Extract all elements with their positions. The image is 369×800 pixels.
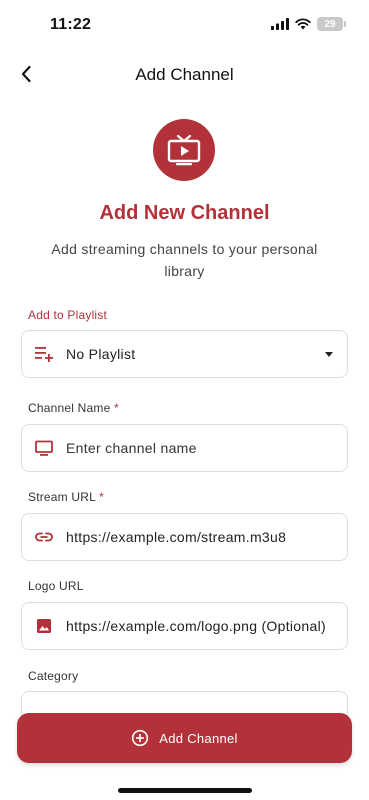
cellular-signal-icon — [271, 18, 289, 30]
channel-name-input: Enter channel name — [66, 440, 197, 456]
stream-url-input: https://example.com/stream.m3u8 — [66, 529, 287, 545]
playlist-value: No Playlist — [66, 346, 136, 362]
required-mark: * — [99, 490, 104, 504]
hero-badge — [153, 119, 215, 181]
status-time: 11:22 — [50, 16, 92, 33]
status-icons: 29 — [271, 17, 346, 31]
hero-title: Add New Channel — [99, 202, 270, 224]
logo-url-field[interactable]: https://example.com/logo.png (Optional) — [21, 602, 348, 650]
image-icon — [34, 616, 54, 636]
home-indicator — [118, 788, 252, 793]
add-channel-label: Add Channel — [159, 730, 238, 746]
status-bar: 11:22 29 — [0, 0, 369, 48]
monitor-icon — [34, 438, 54, 458]
battery-indicator: 29 — [317, 17, 346, 31]
add-circle-icon — [132, 729, 149, 747]
channel-name-label-text: Channel Name — [28, 401, 111, 415]
playlist-select[interactable]: No Playlist — [21, 330, 348, 378]
stream-url-field[interactable]: https://example.com/stream.m3u8 — [21, 513, 348, 561]
link-icon — [34, 527, 54, 547]
add-channel-button[interactable]: Add Channel — [17, 713, 352, 763]
stream-url-label: Stream URL * — [28, 490, 104, 504]
dropdown-caret-icon — [325, 351, 333, 357]
logo-url-input: https://example.com/logo.png (Optional) — [66, 618, 326, 634]
channel-name-field[interactable]: Enter channel name — [21, 424, 348, 472]
wifi-icon — [295, 18, 311, 30]
playlist-label: Add to Playlist — [28, 308, 108, 322]
hero-subtitle: Add streaming channels to your personal … — [51, 241, 318, 279]
logo-url-label: Logo URL — [28, 579, 84, 593]
channel-name-label: Channel Name * — [28, 401, 119, 415]
page-title: Add Channel — [135, 65, 234, 84]
app-bar: Add Channel — [0, 50, 369, 100]
category-label: Category — [28, 669, 79, 683]
stream-url-label-text: Stream URL — [28, 490, 96, 504]
playlist-add-icon — [34, 344, 54, 364]
tv-play-icon — [167, 134, 201, 166]
required-mark: * — [114, 401, 119, 415]
